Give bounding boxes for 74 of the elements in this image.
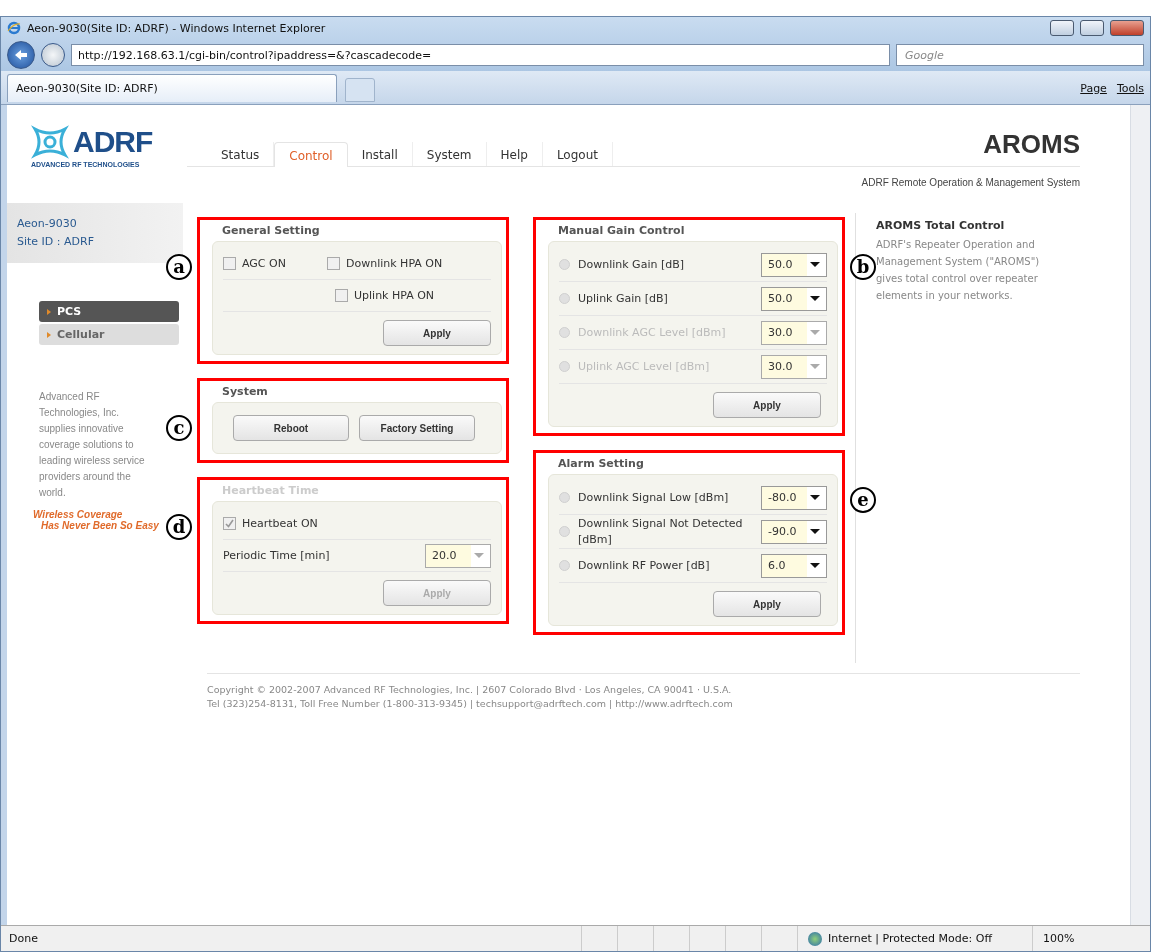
- radio-button[interactable]: [559, 560, 570, 571]
- nav-tab[interactable]: System: [412, 142, 487, 166]
- slogan-text: Has Never Been So Easy: [41, 520, 159, 531]
- radio-button[interactable]: [559, 526, 570, 537]
- callout-marker: c: [166, 415, 192, 441]
- field-label: Periodic Time [min]: [223, 547, 331, 564]
- section-title: Manual Gain Control: [557, 224, 686, 239]
- checkbox[interactable]: AGC ON: [223, 257, 303, 270]
- field-label: Uplink AGC Level [dBm]: [578, 358, 711, 375]
- search-field[interactable]: Google: [896, 44, 1144, 66]
- info-text: ADRF's Repeater Operation and Management System ("AROMS") gives total control over repeater elements in your networks.: [876, 238, 1041, 303]
- brand-title: AROMS: [983, 129, 1080, 160]
- globe-icon: [808, 931, 823, 946]
- close-button[interactable]: [1110, 20, 1144, 36]
- checkbox[interactable]: Uplink HPA ON: [335, 289, 435, 302]
- callout-marker: d: [166, 514, 192, 540]
- command-menu[interactable]: Page: [1080, 81, 1107, 95]
- brand-subtitle: ADRF Remote Operation & Management System: [861, 176, 1080, 188]
- nav-tab[interactable]: Help: [486, 142, 543, 166]
- dropdown[interactable]: -80.0: [761, 485, 827, 510]
- browser-logo-icon: [7, 21, 21, 35]
- zoom-control[interactable]: 100%: [1032, 926, 1142, 951]
- command-menu[interactable]: Tools: [1116, 81, 1144, 95]
- radio-button[interactable]: [559, 259, 570, 270]
- system-button[interactable]: Reboot: [233, 415, 349, 441]
- browser-tab[interactable]: Aeon-9030(Site ID: ADRF): [7, 74, 337, 102]
- back-arrow-icon: [14, 49, 28, 61]
- callout-marker: e: [850, 487, 876, 513]
- checkbox[interactable]: Downlink HPA ON: [327, 257, 443, 270]
- field-label: Downlink AGC Level [dBm]: [578, 324, 727, 341]
- apply-button[interactable]: Apply: [713, 591, 821, 617]
- system-button[interactable]: Factory Setting: [359, 415, 475, 441]
- field-label: Downlink Signal Not Detected [dBm]: [578, 515, 744, 548]
- device-text: Site ID : ADRF: [17, 235, 95, 248]
- dropdown[interactable]: 50.0: [761, 286, 827, 311]
- status-text: Done: [9, 932, 38, 945]
- new-tab-button[interactable]: [345, 78, 375, 102]
- field-label: Downlink Gain [dB]: [578, 256, 686, 273]
- field-label: Downlink RF Power [dB]: [578, 557, 711, 574]
- nav-tab[interactable]: Install: [347, 142, 413, 166]
- apply-button[interactable]: Apply: [383, 320, 491, 346]
- dropdown[interactable]: 6.0: [761, 553, 827, 578]
- company-blurb: Advanced RF Technologies, Inc. supplies innovative coverage solutions to leading wireless service providers around the world.: [39, 390, 146, 500]
- field-label: Uplink Gain [dB]: [578, 290, 669, 307]
- footer-text: Copyright © 2002-2007 Advanced RF Technologies, Inc. | 2607 Colorado Blvd · Los Angeles, CA 90041 · U.S.A.: [207, 684, 733, 695]
- callout-marker: a: [166, 254, 192, 280]
- callout-marker: b: [850, 254, 876, 280]
- nav-tab[interactable]: Control: [274, 142, 348, 167]
- band-menu-item[interactable]: PCS: [39, 301, 179, 322]
- info-title: AROMS Total Control: [876, 219, 1006, 232]
- radio-button[interactable]: [559, 492, 570, 503]
- radio-button[interactable]: [559, 293, 570, 304]
- nav-tab[interactable]: Logout: [542, 142, 613, 166]
- device-text: Aeon-9030: [17, 217, 78, 230]
- forward-button[interactable]: [41, 43, 65, 67]
- dropdown[interactable]: -90.0: [761, 519, 827, 544]
- window-title: Aeon-9030(Site ID: ADRF) - Windows Internet Explorer: [27, 21, 327, 35]
- minimize-button[interactable]: [1050, 20, 1074, 36]
- check-mark-icon: [225, 519, 234, 528]
- logo-icon: [31, 125, 69, 159]
- dropdown[interactable]: 50.0: [761, 252, 827, 277]
- slogan-text: Wireless Coverage: [33, 509, 123, 520]
- logo-text: ADRF: [73, 125, 153, 159]
- band-menu-item[interactable]: Cellular: [39, 324, 179, 345]
- maximize-button[interactable]: [1080, 20, 1104, 36]
- section-title: Alarm Setting: [557, 457, 645, 472]
- apply-button[interactable]: Apply: [713, 392, 821, 418]
- footer-text: Tel (323)254-8131, Toll Free Number (1-800-313-9345) | techsupport@adrftech.com | http://www.adrftech.com: [207, 698, 734, 709]
- security-zone: Internet | Protected Mode: Off: [797, 926, 1032, 951]
- back-button[interactable]: [7, 41, 35, 69]
- address-field[interactable]: http://192.168.63.1/cgi-bin/control?ipaddress=&?cascadecode=: [71, 44, 890, 66]
- section-title: General Setting: [221, 224, 321, 239]
- field-label: Downlink Signal Low [dBm]: [578, 489, 730, 506]
- section-title: System: [221, 385, 269, 400]
